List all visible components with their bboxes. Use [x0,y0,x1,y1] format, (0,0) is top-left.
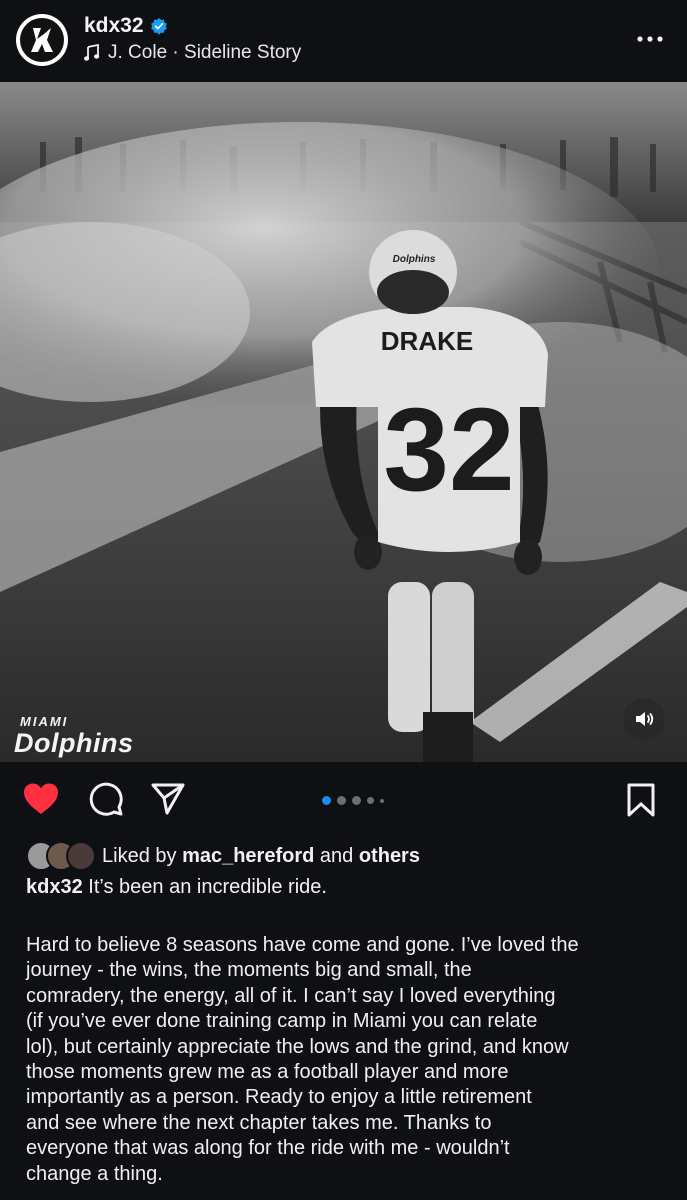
carousel-dot [322,796,331,805]
stadium-tunnel-image: 32 DRAKE Dolphins [0,82,687,762]
username-row: kdx32 [84,14,168,38]
audio-label: J. Cole · Sideline Story [108,42,302,63]
bookmark-icon[interactable] [626,782,656,818]
post-photo[interactable]: 32 DRAKE Dolphins MIAMI Dolphins [0,82,687,762]
heart-icon[interactable] [22,782,60,816]
liker-username[interactable]: mac_hereford [182,845,314,867]
jersey-number: 32 [383,384,514,516]
action-bar [0,762,687,840]
caption-first-line: kdx32 It’s been an incredible ride. [26,876,327,899]
carousel-indicator [322,796,390,805]
username[interactable]: kdx32 [84,14,144,38]
jersey-name: DRAKE [381,326,473,356]
liker-avatars [26,841,96,871]
caption-body: Hard to believe 8 seasons have come and … [26,934,579,1185]
kdx32-logo-icon [20,18,64,62]
comment-icon[interactable] [88,782,124,818]
helmet-logo: Dolphins [393,254,436,265]
carousel-dot [367,797,374,804]
liked-by-others[interactable]: others [359,845,420,867]
liked-by-row[interactable]: Liked by mac_hereford and others [26,840,420,872]
more-options-icon[interactable] [635,24,665,54]
liker-avatar [66,841,96,871]
music-note-icon [84,44,100,61]
verified-badge-icon [150,17,167,35]
audio-row[interactable]: J. Cole · Sideline Story [84,42,301,64]
profile-avatar[interactable] [16,14,68,66]
liked-by-prefix: Liked by [102,844,177,867]
liked-by-joiner: and [319,844,354,867]
post-header: kdx32 J. Cole · Sideline Story [0,0,687,82]
brand-main-text: Dolphins [14,728,134,758]
carousel-dot [352,796,361,805]
brand-top-text: MIAMI [20,714,69,729]
carousel-dot [380,798,384,803]
caption-username[interactable]: kdx32 [26,876,83,898]
share-icon[interactable] [150,782,186,816]
dolphins-logo: MIAMI Dolphins [14,714,134,757]
carousel-dot [337,796,346,805]
liked-by-text: Liked by mac_hereford and others [102,845,420,868]
caption-text: It’s been an incredible ride. [88,876,327,898]
speaker-icon[interactable] [623,698,665,740]
